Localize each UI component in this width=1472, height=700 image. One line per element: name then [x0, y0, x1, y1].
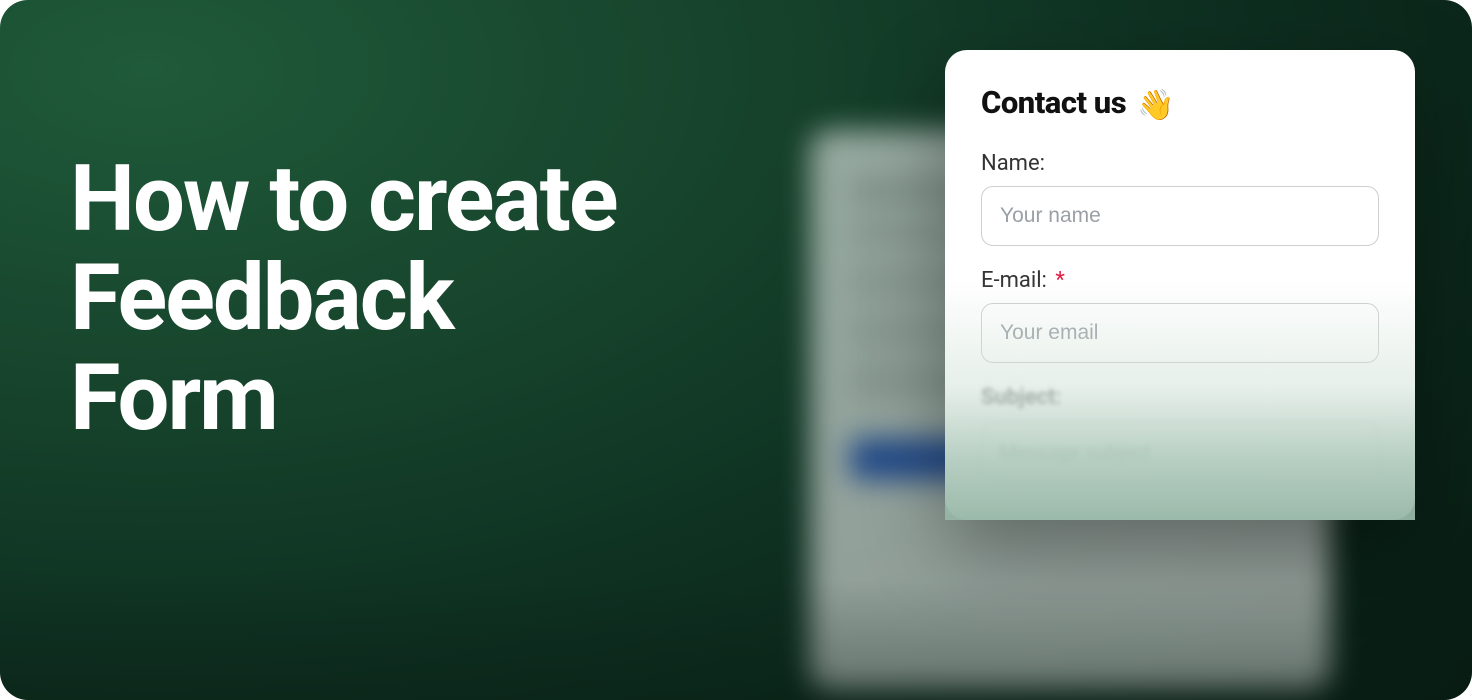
contact-form-card: Contact us 👋 Name: E-mail: * Subject: Me… — [945, 50, 1415, 520]
subject-field: Subject: Message subject — [981, 385, 1379, 480]
hero-title-line: How to create — [70, 146, 617, 253]
subject-placeholder: Message subject — [999, 440, 1150, 464]
email-label-text: E-mail: — [981, 268, 1047, 293]
email-label: E-mail: * — [981, 268, 1379, 293]
hero-banner: How to create Feedback Form Contact us 👋… — [0, 0, 1472, 700]
name-input[interactable] — [981, 186, 1379, 246]
required-asterisk: * — [1055, 268, 1064, 293]
hero-title-line: Form — [70, 345, 277, 452]
subject-label: Subject: — [981, 385, 1379, 410]
card-title: Contact us 👋 — [981, 84, 1379, 123]
name-label: Name: — [981, 151, 1379, 176]
name-field: Name: — [981, 151, 1379, 246]
wave-icon: 👋 — [1137, 88, 1174, 123]
card-title-text: Contact us — [981, 84, 1126, 121]
email-field: E-mail: * — [981, 268, 1379, 363]
hero-title-line: Feedback — [70, 245, 453, 352]
hero-title: How to create Feedback Form — [70, 150, 617, 448]
email-input[interactable] — [981, 303, 1379, 363]
